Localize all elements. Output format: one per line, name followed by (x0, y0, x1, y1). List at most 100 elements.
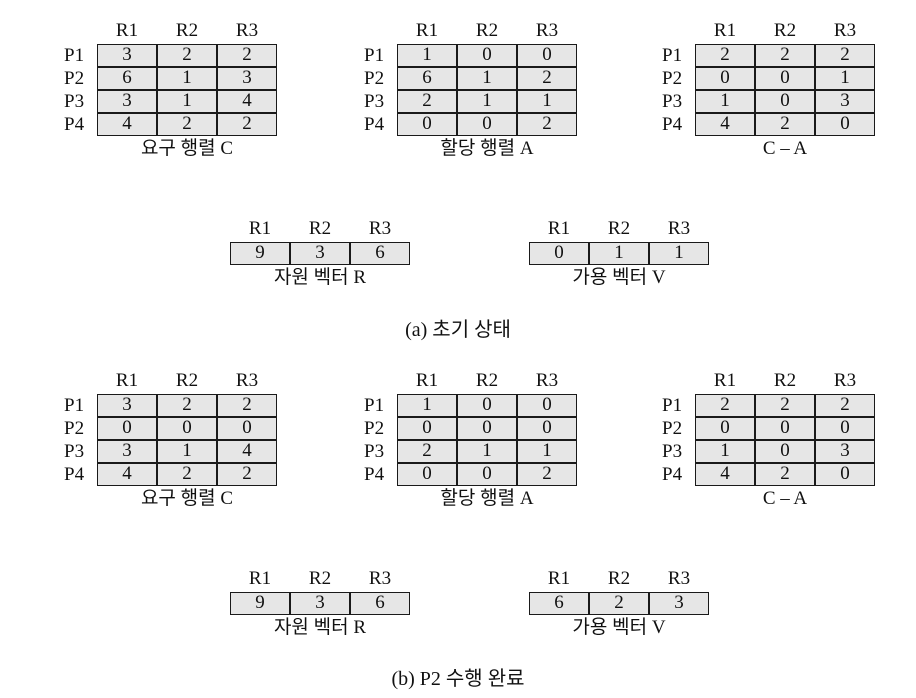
b-alloc-cell: 1 (397, 394, 457, 417)
b-diff-cell: 0 (755, 440, 815, 463)
a-resource-col-header: R3 (368, 218, 392, 239)
a-available-col-header: R1 (547, 218, 571, 239)
b-claim-cell: 4 (97, 463, 157, 486)
b-diff-col-header: R3 (833, 370, 857, 391)
b-claim-row-header: P1 (64, 395, 85, 416)
a-resource-col-header: R2 (308, 218, 332, 239)
b-resource-cell: 6 (350, 592, 410, 615)
a-diff-row-header: P3 (662, 91, 683, 112)
a-diff-cell: 2 (755, 113, 815, 136)
b-claim-cell: 4 (217, 440, 277, 463)
a-claim-label: 요구 행렬 C (140, 138, 234, 159)
b-claim-cell: 0 (157, 417, 217, 440)
a-diff-cell: 0 (695, 67, 755, 90)
b-alloc-cell: 0 (397, 463, 457, 486)
b-alloc-row-header: P4 (364, 464, 385, 485)
a-available-cell: 1 (589, 242, 649, 265)
b-claim-label: 요구 행렬 C (140, 488, 234, 509)
b-diff-cell: 0 (695, 417, 755, 440)
a-diff-cell: 1 (695, 90, 755, 113)
a-claim-cell: 2 (157, 113, 217, 136)
a-claim-row-header: P1 (64, 45, 85, 66)
a-alloc-row-header: P1 (364, 45, 385, 66)
a-available-cell: 1 (649, 242, 709, 265)
b-diff-row-header: P3 (662, 441, 683, 462)
b-diff-cell: 1 (695, 440, 755, 463)
b-alloc-row-header: P1 (364, 395, 385, 416)
a-claim-row-header: P4 (64, 114, 85, 135)
a-alloc-cell: 1 (457, 90, 517, 113)
a-claim-cell: 4 (217, 90, 277, 113)
b-available-cell: 3 (649, 592, 709, 615)
b-claim-cell: 2 (217, 463, 277, 486)
a-resource-label: 자원 벡터 R (273, 267, 367, 288)
b-claim-cell: 1 (157, 440, 217, 463)
b-diff-cell: 2 (695, 394, 755, 417)
b-diff-row-header: P2 (662, 418, 683, 439)
b-claim-cell: 0 (97, 417, 157, 440)
a-alloc-row-header: P2 (364, 68, 385, 89)
b-diff-label: C – A (762, 488, 808, 509)
b-diff-cell: 2 (755, 394, 815, 417)
b-alloc-col-header: R3 (535, 370, 559, 391)
b-resource-cell: 9 (230, 592, 290, 615)
b-alloc-cell: 0 (457, 394, 517, 417)
a-alloc-cell: 1 (517, 90, 577, 113)
a-claim-row-header: P2 (64, 68, 85, 89)
a-diff-cell: 0 (755, 90, 815, 113)
a-subcaption: (a) 초기 상태 (405, 319, 511, 341)
b-claim-cell: 2 (217, 394, 277, 417)
a-alloc-row-header: P4 (364, 114, 385, 135)
a-claim-cell: 1 (157, 90, 217, 113)
a-diff-cell: 3 (815, 90, 875, 113)
b-claim-col-header: R3 (235, 370, 259, 391)
a-diff-col-header: R2 (773, 20, 797, 41)
a-alloc-cell: 2 (517, 113, 577, 136)
b-claim-cell: 0 (217, 417, 277, 440)
b-claim-cell: 3 (97, 394, 157, 417)
b-diff-col-header: R1 (713, 370, 737, 391)
a-available-col-header: R3 (667, 218, 691, 239)
a-available-col-header: R2 (607, 218, 631, 239)
b-available-cell: 6 (529, 592, 589, 615)
b-claim-cell: 2 (157, 463, 217, 486)
b-alloc-cell: 0 (397, 417, 457, 440)
a-claim-cell: 4 (97, 113, 157, 136)
b-resource-col-header: R2 (308, 568, 332, 589)
b-alloc-cell: 0 (457, 463, 517, 486)
b-alloc-cell: 1 (457, 440, 517, 463)
a-diff-cell: 2 (695, 44, 755, 67)
b-alloc-label: 할당 행렬 A (440, 488, 534, 509)
a-diff-row-header: P1 (662, 45, 683, 66)
a-claim-cell: 3 (217, 67, 277, 90)
a-alloc-col-header: R1 (415, 20, 439, 41)
b-alloc-cell: 0 (457, 417, 517, 440)
b-alloc-cell: 1 (517, 440, 577, 463)
a-alloc-cell: 6 (397, 67, 457, 90)
a-alloc-col-header: R2 (475, 20, 499, 41)
b-diff-cell: 0 (755, 417, 815, 440)
b-claim-col-header: R2 (175, 370, 199, 391)
a-claim-cell: 3 (97, 90, 157, 113)
a-alloc-cell: 0 (457, 44, 517, 67)
b-resource-col-header: R1 (248, 568, 272, 589)
b-claim-row-header: P4 (64, 464, 85, 485)
b-diff-cell: 3 (815, 440, 875, 463)
a-claim-cell: 1 (157, 67, 217, 90)
b-claim-col-header: R1 (115, 370, 139, 391)
a-resource-cell: 9 (230, 242, 290, 265)
a-alloc-cell: 0 (517, 44, 577, 67)
a-claim-row-header: P3 (64, 91, 85, 112)
b-alloc-cell: 2 (517, 463, 577, 486)
a-resource-col-header: R1 (248, 218, 272, 239)
b-alloc-cell: 2 (397, 440, 457, 463)
a-alloc-cell: 1 (397, 44, 457, 67)
a-diff-cell: 0 (815, 113, 875, 136)
b-diff-col-header: R2 (773, 370, 797, 391)
a-diff-row-header: P2 (662, 68, 683, 89)
a-alloc-row-header: P3 (364, 91, 385, 112)
b-claim-row-header: P2 (64, 418, 85, 439)
b-claim-cell: 2 (157, 394, 217, 417)
b-available-cell: 2 (589, 592, 649, 615)
b-diff-cell: 0 (815, 417, 875, 440)
